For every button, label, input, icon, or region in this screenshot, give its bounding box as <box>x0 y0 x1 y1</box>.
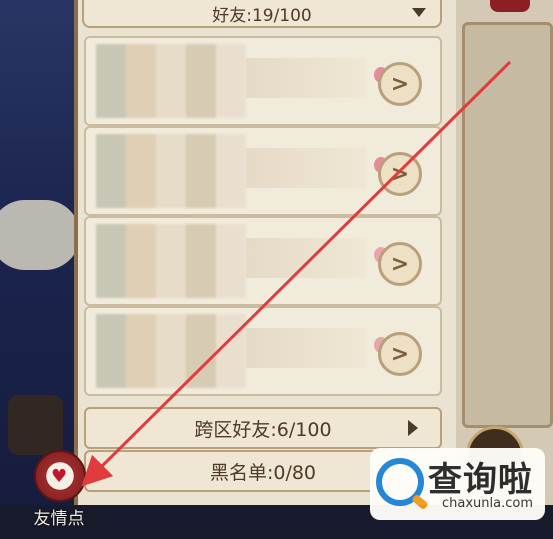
search-logo-icon <box>376 458 424 506</box>
red-pointer-line <box>81 60 512 487</box>
watermark-logo: 查询啦 chaxunla.com <box>370 448 545 520</box>
watermark-url: chaxunla.com <box>442 496 533 511</box>
watermark-brand: 查询啦 <box>428 460 533 500</box>
